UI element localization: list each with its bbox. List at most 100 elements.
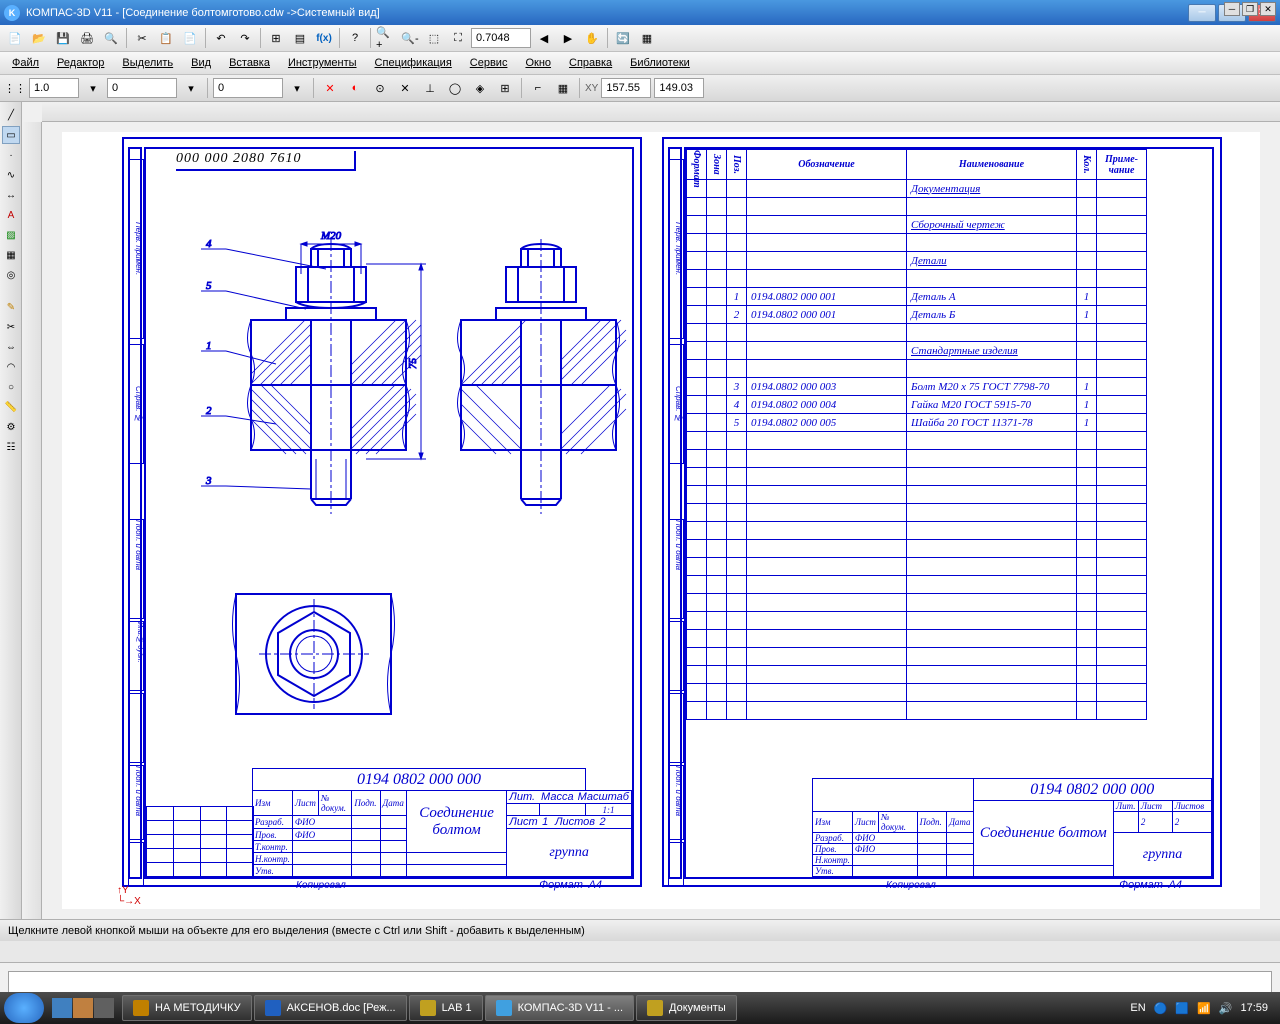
y-input[interactable]	[654, 78, 704, 98]
dropdown-icon[interactable]: ▾	[286, 77, 308, 99]
menu-insert[interactable]: Вставка	[221, 54, 278, 72]
menu-view[interactable]: Вид	[183, 54, 219, 72]
snap-end-icon[interactable]: ✕	[319, 77, 341, 99]
drawing-canvas[interactable]: 000 000 2080 7610 4 5 1 2 3	[22, 102, 1280, 919]
bolt-assembly-drawing: 4 5 1 2 3 М20	[156, 189, 636, 539]
hatch-tool-icon[interactable]: ▨	[2, 226, 20, 244]
curve-tool-icon[interactable]: ∿	[2, 166, 20, 184]
x-input[interactable]	[601, 78, 651, 98]
taskbar-item[interactable]: НА МЕТОДИЧКУ	[122, 995, 252, 1021]
point-tool-icon[interactable]: ·	[2, 146, 20, 164]
snap-tan-icon[interactable]: ◯	[444, 77, 466, 99]
dropdown-icon[interactable]: ▾	[180, 77, 202, 99]
svg-text:1: 1	[206, 340, 212, 352]
xy-label: XY	[585, 83, 598, 94]
drawing-sheet-2[interactable]: Перв. примен. Справ. № Подп. и дата Подп…	[662, 137, 1222, 887]
layers-icon[interactable]: ▤	[289, 27, 311, 49]
zoom-prev-icon[interactable]: ◀	[533, 27, 555, 49]
open-icon[interactable]: 📂	[28, 27, 50, 49]
new-icon[interactable]: 📄	[4, 27, 26, 49]
main-toolbar: 📄 📂 💾 🖨 🔍 ✂ 📋 📄 ↶ ↷ ⊞ ▤ f(x) ? 🔍+ 🔍- ⬚ ⛶…	[0, 25, 1280, 52]
val2-input[interactable]	[213, 78, 283, 98]
line-tool-icon[interactable]: ╱	[2, 106, 20, 124]
grid-toggle-icon[interactable]: ▦	[552, 77, 574, 99]
snap-mid-icon[interactable]: ◐	[344, 77, 366, 99]
menu-tools[interactable]: Инструменты	[280, 54, 365, 72]
zoom-out-icon[interactable]: 🔍-	[399, 27, 421, 49]
arc-tool-icon[interactable]: ◠	[2, 358, 20, 376]
tray-icon[interactable]: 🔵	[1154, 1002, 1168, 1015]
refresh-icon[interactable]: 🔄	[612, 27, 634, 49]
paste-icon[interactable]: 📄	[179, 27, 201, 49]
zoom-in-icon[interactable]: 🔍+	[375, 27, 397, 49]
prop-grip-icon[interactable]: ⋮⋮	[4, 77, 26, 99]
mirror-tool-icon[interactable]: ⇔	[2, 338, 20, 356]
param-tool-icon[interactable]: ⚙	[2, 418, 20, 436]
zoom-input[interactable]	[471, 28, 531, 48]
snap-perp-icon[interactable]: ⊥	[419, 77, 441, 99]
doc-minimize-button[interactable]: ─	[1224, 2, 1240, 16]
menu-help[interactable]: Справка	[561, 54, 620, 72]
menu-select[interactable]: Выделить	[114, 54, 181, 72]
language-indicator[interactable]: EN	[1130, 1002, 1145, 1014]
taskbar-item[interactable]: Документы	[636, 995, 737, 1021]
cut-icon[interactable]: ✂	[131, 27, 153, 49]
zoom-window-icon[interactable]: ⬚	[423, 27, 445, 49]
snap-intersect-icon[interactable]: ✕	[394, 77, 416, 99]
dropdown-icon[interactable]: ▾	[82, 77, 104, 99]
ql-desktop-icon[interactable]	[52, 998, 72, 1018]
taskbar-item[interactable]: КОМПАС-3D V11 - ...	[485, 995, 634, 1021]
redo-icon[interactable]: ↷	[234, 27, 256, 49]
doc-close-button[interactable]: ✕	[1260, 2, 1276, 16]
select-tool-icon[interactable]: ▭	[2, 126, 20, 144]
text-tool-icon[interactable]: A	[2, 206, 20, 224]
fx-icon[interactable]: f(x)	[313, 27, 335, 49]
drawing-sheet-1[interactable]: 000 000 2080 7610 4 5 1 2 3	[122, 137, 642, 887]
tray-icon[interactable]: 📶	[1197, 1002, 1211, 1015]
taskbar-item[interactable]: АКСЕНОВ.doc [Реж...	[254, 995, 407, 1021]
ortho-icon[interactable]: ⌐	[527, 77, 549, 99]
table-tool-icon[interactable]: ▦	[2, 246, 20, 264]
svg-text:5: 5	[206, 280, 212, 292]
windows-icon[interactable]: ▦	[636, 27, 658, 49]
volume-icon[interactable]: 🔊	[1219, 1002, 1233, 1015]
preview-icon[interactable]: 🔍	[100, 27, 122, 49]
taskbar-item[interactable]: LAB 1	[409, 995, 483, 1021]
snap-near-icon[interactable]: ◈	[469, 77, 491, 99]
start-button[interactable]	[4, 993, 44, 1023]
doc-restore-button[interactable]: ❐	[1242, 2, 1258, 16]
ql-explorer-icon[interactable]	[73, 998, 93, 1018]
snap-center-icon[interactable]: ⊙	[369, 77, 391, 99]
menu-file[interactable]: Файл	[4, 54, 47, 72]
zoom-fit-icon[interactable]: ⛶	[447, 27, 469, 49]
circle-tool-icon[interactable]: ○	[2, 378, 20, 396]
save-icon[interactable]: 💾	[52, 27, 74, 49]
symbol-tool-icon[interactable]: ◎	[2, 266, 20, 284]
ql-switch-icon[interactable]	[94, 998, 114, 1018]
grid-icon[interactable]: ⊞	[265, 27, 287, 49]
help-icon[interactable]: ?	[344, 27, 366, 49]
measure-tool-icon[interactable]: 📏	[2, 398, 20, 416]
val1-input[interactable]	[107, 78, 177, 98]
copy-icon[interactable]: 📋	[155, 27, 177, 49]
menu-editor[interactable]: Редактор	[49, 54, 112, 72]
tray-icon[interactable]: 🟦	[1175, 1002, 1189, 1015]
menu-window[interactable]: Окно	[517, 54, 559, 72]
menu-spec[interactable]: Спецификация	[367, 54, 460, 72]
pan-icon[interactable]: ✋	[581, 27, 603, 49]
trim-tool-icon[interactable]: ✂	[2, 318, 20, 336]
dim-tool-icon[interactable]: ↔	[2, 186, 20, 204]
clock[interactable]: 17:59	[1240, 1002, 1268, 1014]
edit-tool-icon[interactable]: ✎	[2, 298, 20, 316]
menu-libs[interactable]: Библиотеки	[622, 54, 698, 72]
minimize-button[interactable]: ─	[1188, 4, 1216, 22]
spec-tool-icon[interactable]: ☷	[2, 438, 20, 456]
snap-grid-icon[interactable]: ⊞	[494, 77, 516, 99]
zoom-next-icon[interactable]: ▶	[557, 27, 579, 49]
app-icon: K	[4, 5, 20, 21]
svg-text:3: 3	[205, 475, 212, 487]
menu-service[interactable]: Сервис	[462, 54, 516, 72]
undo-icon[interactable]: ↶	[210, 27, 232, 49]
print-icon[interactable]: 🖨	[76, 27, 98, 49]
scale-input[interactable]	[29, 78, 79, 98]
